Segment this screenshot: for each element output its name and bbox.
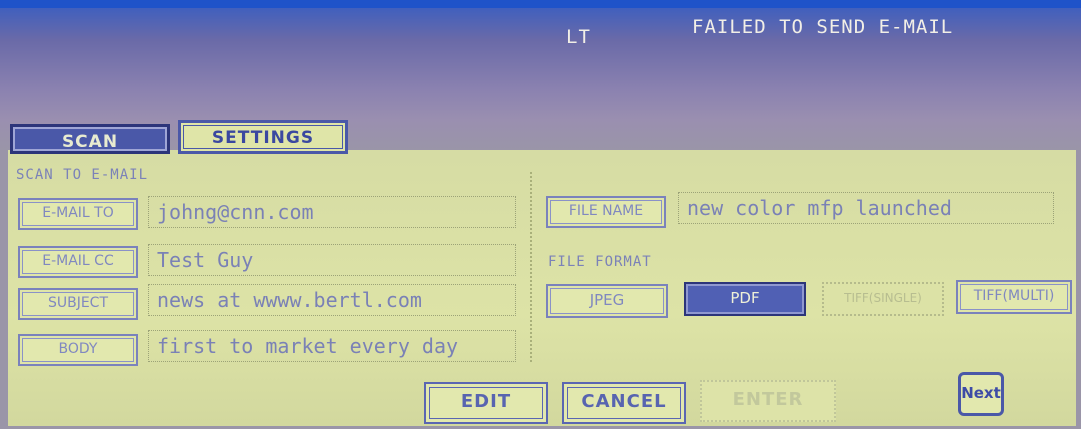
paper-size-indicator: LT — [566, 26, 591, 48]
email-to-field[interactable]: johng@cnn.com — [148, 196, 516, 228]
status-message: FAILED TO SEND E-MAIL — [692, 16, 954, 38]
column-divider — [530, 172, 532, 362]
tab-scan[interactable]: SCAN — [10, 124, 170, 154]
file-name-button[interactable]: FILE NAME — [546, 196, 666, 228]
body-field[interactable]: first to market every day — [148, 330, 516, 362]
edit-button[interactable]: EDIT — [424, 382, 548, 424]
cancel-button[interactable]: CANCEL — [562, 382, 686, 424]
email-cc-button[interactable]: E-MAIL CC — [18, 246, 138, 278]
next-button[interactable]: Next — [958, 372, 1004, 416]
email-cc-field[interactable]: Test Guy — [148, 244, 516, 276]
format-pdf-button[interactable]: PDF — [684, 282, 806, 316]
format-tiff-multi-button[interactable]: TIFF(MULTI) — [956, 280, 1072, 314]
subject-button[interactable]: SUBJECT — [18, 288, 138, 320]
file-format-label: FILE FORMAT — [548, 254, 652, 270]
email-to-button[interactable]: E-MAIL TO — [18, 198, 138, 230]
file-name-field[interactable]: new color mfp launched — [678, 192, 1054, 224]
format-tiff-single-button: TIFF(SINGLE) — [822, 282, 944, 316]
enter-button: ENTER — [700, 380, 836, 422]
screen-top-edge — [0, 0, 1081, 8]
section-label: SCAN TO E-MAIL — [16, 167, 149, 183]
body-button[interactable]: BODY — [18, 334, 138, 366]
mfp-screen: LT FAILED TO SEND E-MAIL SCAN SETTINGS S… — [0, 0, 1081, 429]
format-jpeg-button[interactable]: JPEG — [546, 284, 668, 318]
subject-field[interactable]: news at wwww.bertl.com — [148, 284, 516, 316]
tab-settings[interactable]: SETTINGS — [178, 120, 348, 154]
